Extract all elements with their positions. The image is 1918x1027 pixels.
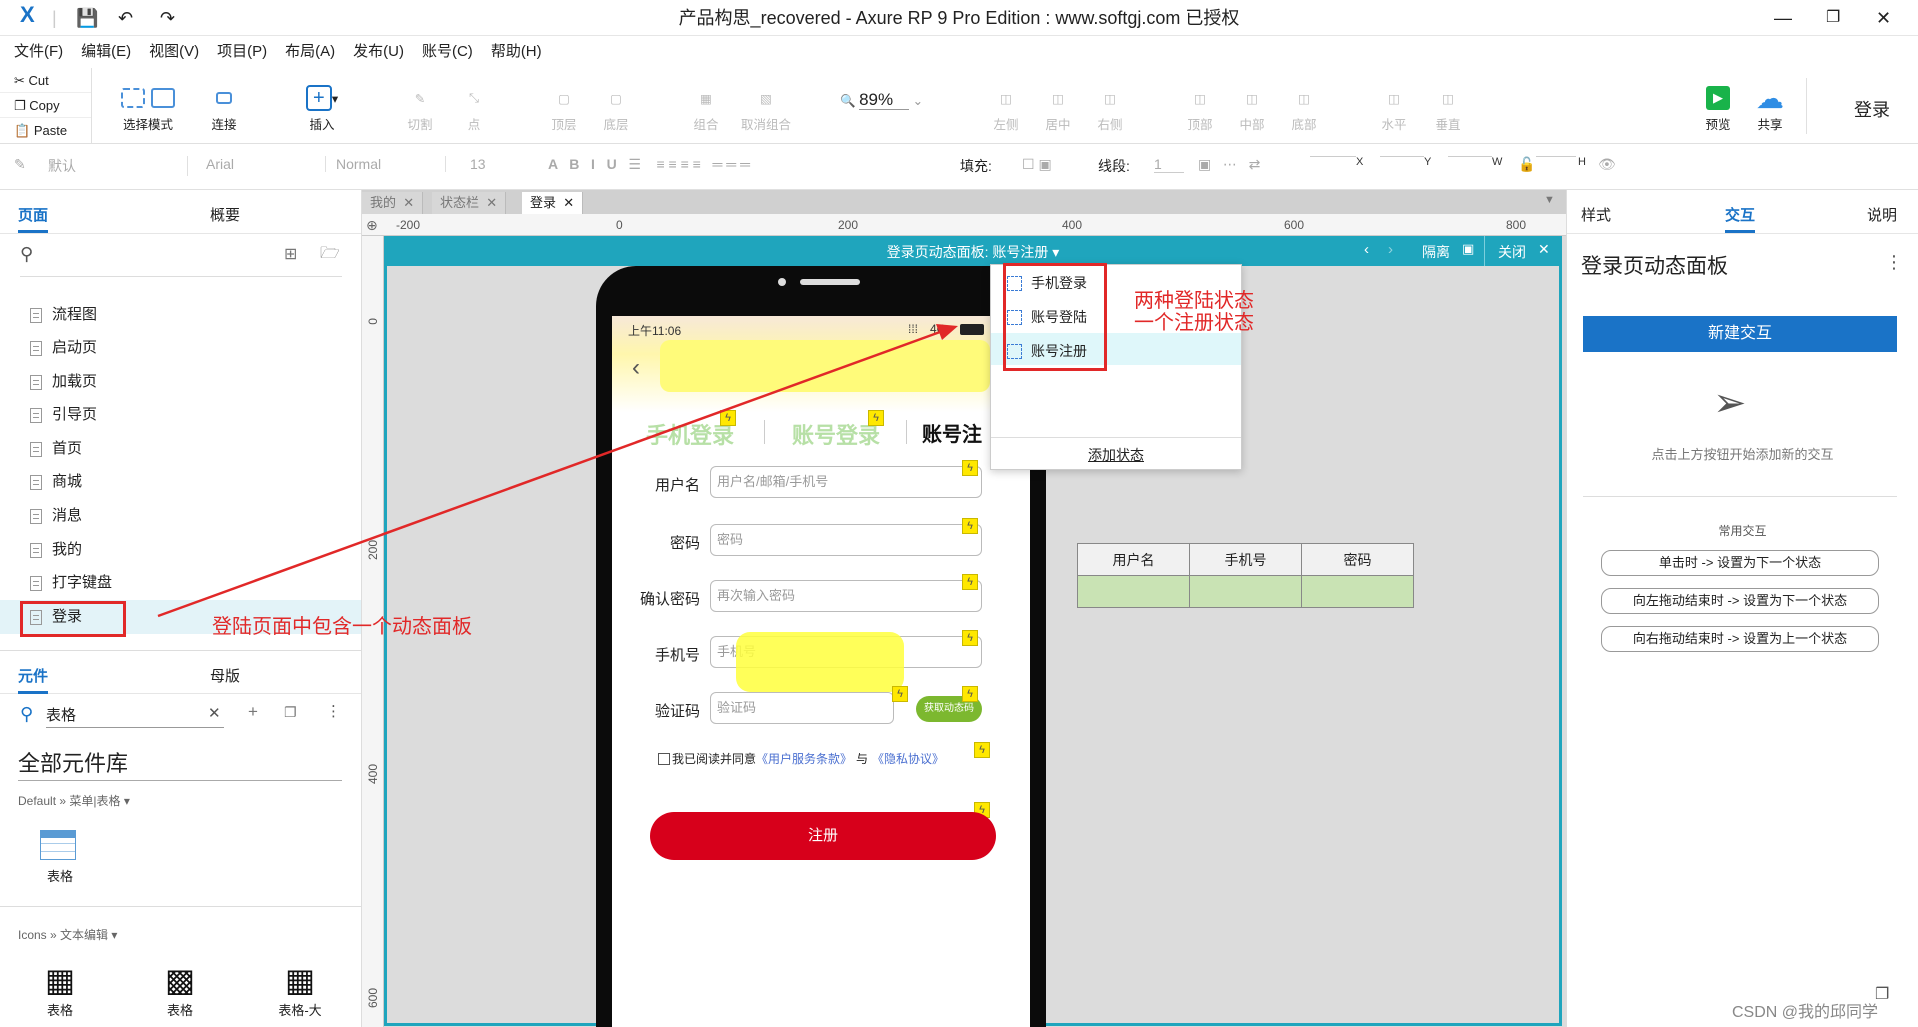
tab-interactions[interactable]: 交互 bbox=[1725, 204, 1756, 233]
watermark: CSDN @我的邱同学 bbox=[1732, 1004, 1879, 1021]
common-interactions-title: 常用交互 bbox=[1718, 524, 1767, 538]
interaction-click-next[interactable]: 单击时 -> 设置为下一个状态 bbox=[1601, 550, 1879, 576]
panel-title: 登录页动态面板 bbox=[1581, 255, 1728, 278]
tab-notes[interactable]: 说明 bbox=[1867, 204, 1897, 225]
tab-style[interactable]: 样式 bbox=[1581, 204, 1611, 225]
interaction-swipe-left-next[interactable]: 向左拖动结束时 -> 设置为下一个状态 bbox=[1601, 588, 1879, 614]
empty-hint: 点击上方按钮开始添加新的交互 bbox=[1651, 447, 1834, 462]
new-interaction-button[interactable]: 新建交互 bbox=[1583, 316, 1897, 352]
interaction-swipe-right-prev[interactable]: 向右拖动结束时 -> 设置为上一个状态 bbox=[1601, 626, 1879, 652]
inspector-tabs: 样式 交互 说明 bbox=[1567, 190, 1918, 234]
click-pointer-icon: ➢ bbox=[1713, 381, 1747, 425]
more-icon[interactable]: ⋮ bbox=[1885, 252, 1903, 273]
right-panel: 样式 交互 说明 登录页动态面板 ⋮ 新建交互 ➢ 点击上方按钮开始添加新的交互… bbox=[1566, 190, 1918, 1027]
